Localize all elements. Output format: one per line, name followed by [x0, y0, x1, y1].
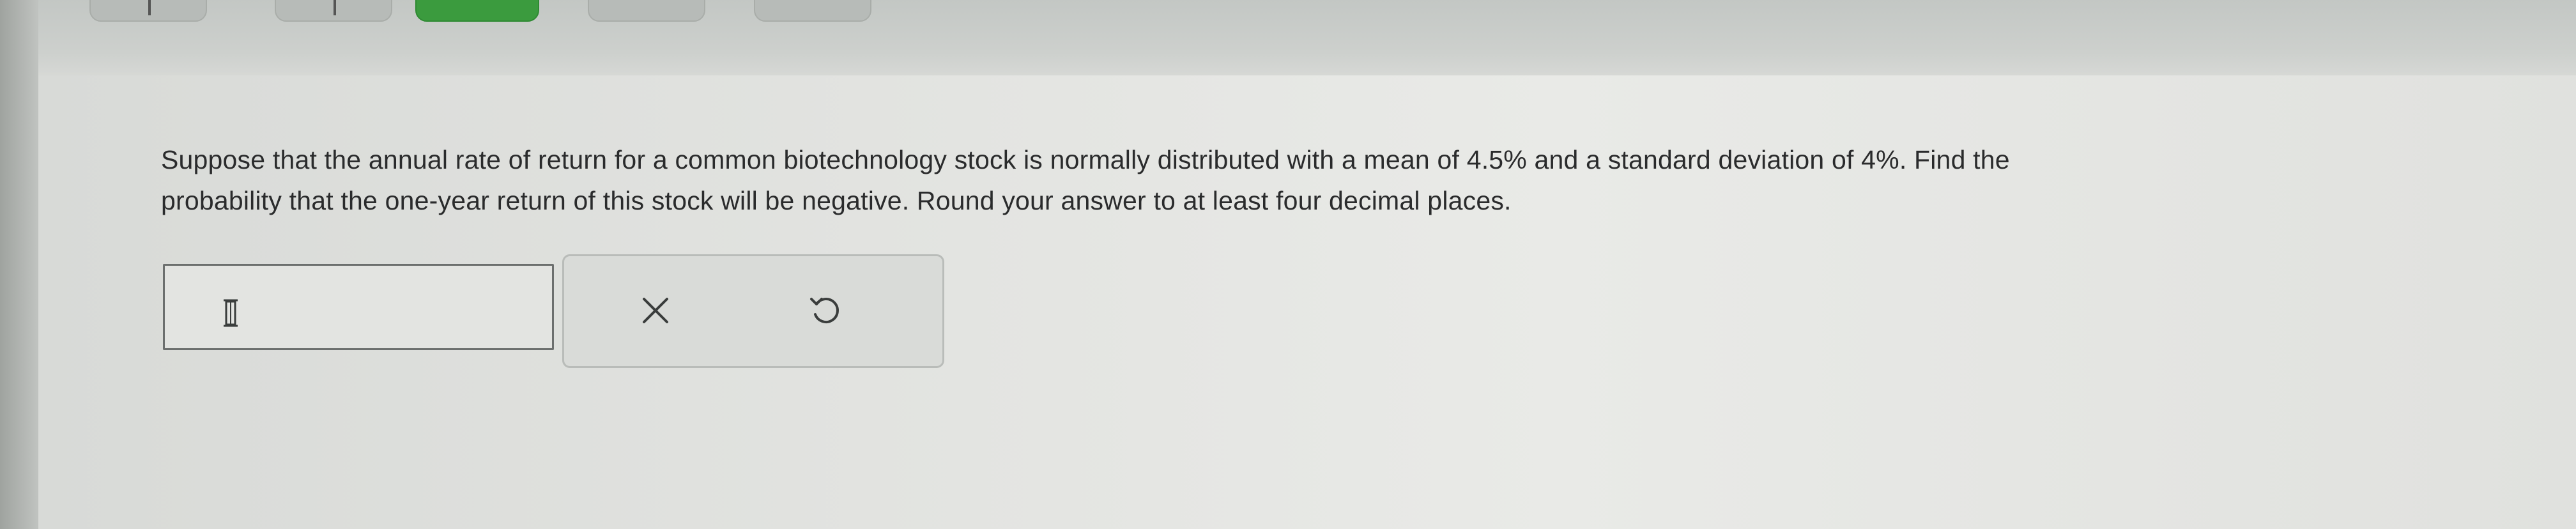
top-button-2[interactable] [275, 0, 392, 22]
question-panel: Suppose that the annual rate of return f… [38, 75, 2576, 529]
text-cursor-icon [224, 299, 238, 327]
top-button-4[interactable] [588, 0, 705, 22]
left-edge [0, 0, 38, 529]
top-toolbar [0, 0, 2576, 75]
answer-input[interactable] [163, 264, 554, 350]
question-line-1: Suppose that the annual rate of return f… [161, 145, 2010, 174]
undo-button[interactable] [797, 282, 854, 339]
close-icon [643, 298, 668, 323]
undo-icon [810, 298, 839, 323]
answer-tools [562, 254, 944, 368]
question-text: Suppose that the annual rate of return f… [161, 139, 2525, 221]
top-button-1[interactable] [89, 0, 207, 22]
clear-button[interactable] [627, 282, 684, 339]
tick-mark [334, 0, 336, 15]
tick-mark [148, 0, 151, 15]
question-line-2: probability that the one-year return of … [161, 186, 1512, 215]
top-button-5[interactable] [754, 0, 871, 22]
top-button-green[interactable] [415, 0, 539, 22]
